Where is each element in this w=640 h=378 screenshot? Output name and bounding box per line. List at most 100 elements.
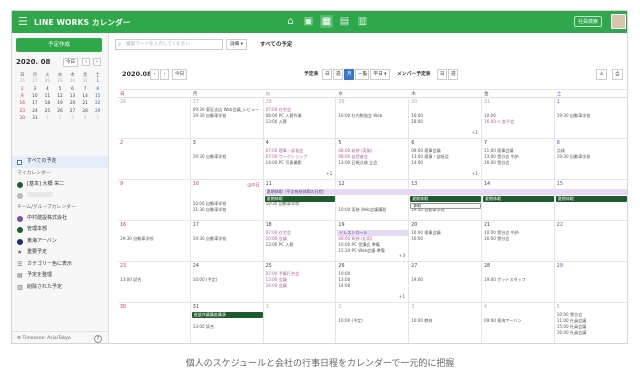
event-item[interactable]: 16:00 社内勉強会 Web	[338, 113, 382, 118]
view-list-button[interactable]: 一覧	[355, 69, 369, 80]
event-item[interactable]: 16:00 会議	[266, 283, 287, 288]
event-item[interactable]: 16:00	[411, 113, 423, 118]
day-cell[interactable]: 21 10:00 雪谷会 中JA 16:00 雪谷会	[482, 221, 555, 262]
day-cell[interactable]: 7 11:00 理事会議 13:00 雪谷会 中JA 16:00 雪谷会	[482, 139, 555, 180]
mini-day[interactable]: 2	[54, 115, 67, 122]
chat-icon[interactable]: ▣	[302, 15, 315, 28]
day-cell[interactable]: 5 08:00 研修 (実施) 08:00 自営者会 13:00 日報点検 立会	[336, 139, 410, 180]
mini-day[interactable]: 22	[91, 100, 104, 107]
event-item[interactable]: 10:00 理事会議	[411, 230, 440, 235]
sidebar-tool-item[interactable]: ☰ カテゴリー色に表示	[12, 259, 108, 271]
day-cell[interactable]: 30 16:00 18:00 +1	[409, 98, 482, 139]
more-events-link[interactable]: +1	[326, 172, 332, 177]
search-input[interactable]: ⌕ 検索ワードを入力してください	[115, 39, 223, 50]
mini-day[interactable]: 26	[16, 78, 29, 85]
event-item[interactable]: 10:00 (予定)	[193, 277, 217, 282]
event-item[interactable]: 10:00 雪谷会	[557, 312, 582, 317]
event-item[interactable]: 10:00 (予定)	[338, 318, 362, 323]
day-cell[interactable]: 2 10:00 (予定)	[336, 303, 410, 343]
mini-day[interactable]: 11	[41, 93, 54, 100]
event-item[interactable]: 07:00 ワークショップ	[266, 154, 308, 159]
mini-day[interactable]: 19	[54, 100, 67, 107]
event-item[interactable]: 点検	[557, 148, 565, 153]
mini-day[interactable]: 3	[66, 115, 79, 122]
event-item[interactable]: 19:30 自動車学校	[193, 113, 227, 118]
checkbox-icon[interactable]	[17, 159, 22, 165]
day-cell[interactable]: 23 13:00 試合	[118, 262, 191, 303]
mini-day[interactable]: 14	[79, 93, 92, 100]
mini-day[interactable]: 15	[91, 93, 104, 100]
mini-day[interactable]: 3	[29, 86, 42, 93]
multi-day-event[interactable]: 夏期休暇	[555, 196, 627, 202]
mini-day[interactable]: 29	[54, 78, 67, 85]
day-cell[interactable]: 22	[554, 221, 627, 262]
multi-day-event[interactable]: 休暇	[410, 203, 481, 209]
mini-day[interactable]: 10	[29, 93, 42, 100]
more-events-link[interactable]: +1	[472, 131, 478, 136]
mini-day[interactable]: 30	[66, 78, 79, 85]
sidebar-tool-item[interactable]: ▥ 削除された予定	[12, 282, 108, 294]
mini-day[interactable]: 7	[79, 86, 92, 93]
new-event-button[interactable]: 予定作成	[16, 38, 102, 52]
event-item[interactable]: 09:30 東区支店 Web会議_レビュー	[193, 107, 259, 112]
today-button[interactable]: 今日	[172, 69, 188, 80]
event-item[interactable]: 07:00 在宅会	[266, 230, 291, 235]
mini-day[interactable]: 4	[79, 115, 92, 122]
event-item[interactable]: 16:00 雪谷会	[484, 160, 509, 165]
member-day-button[interactable]: 日	[437, 69, 447, 80]
my-calendar-item[interactable]: [基本] 大橋 栄二	[12, 179, 108, 191]
day-cell[interactable]: 1 19:30 自動車学校	[554, 98, 627, 139]
multi-day-event[interactable]: 夏期休暇	[410, 196, 481, 202]
event-item[interactable]: 08:00 研修 (応用)	[338, 236, 372, 241]
day-cell[interactable]: 16 19:30 自動車学校	[118, 221, 191, 262]
event-item[interactable]: 15:30 PC Web会議 準備	[338, 248, 384, 253]
mini-day[interactable]: 31	[79, 78, 92, 85]
event-item[interactable]: 07:00 理事・部長会	[266, 148, 304, 153]
mini-day[interactable]: 8	[91, 86, 104, 93]
event-item[interactable]: 10:00 実装 Web会議講習	[338, 207, 386, 212]
day-cell[interactable]: 28 07:00 在宅会 08:00 PC 入替作業 13:00 入替	[263, 98, 337, 139]
event-item[interactable]: 19:30 自動車学校	[193, 236, 227, 241]
event-item[interactable]: 16:00 雪谷会	[484, 236, 509, 241]
detail-search-button[interactable]: 詳細 ▾	[226, 39, 247, 50]
next-button[interactable]: ›	[160, 69, 169, 80]
event-item[interactable]: 10:00 雪谷会 中JA	[484, 230, 519, 235]
day-cell[interactable]: 31 10:00 16:00 ⊙ 女子会	[482, 98, 555, 139]
day-cell[interactable]: 3 19:30 自動車学校	[190, 139, 264, 180]
event-item[interactable]: 10:00 教材	[411, 318, 432, 323]
mini-day[interactable]: 16	[16, 100, 29, 107]
view-weekday-button[interactable]: 平日 ▾	[370, 69, 390, 80]
day-cell[interactable]: 29 16:00 社内勉強会 Web	[336, 98, 410, 139]
org-search-button[interactable]: 社員検索	[574, 16, 603, 27]
multi-day-event[interactable]: ドレストロール	[337, 230, 409, 236]
mini-today-button[interactable]: 今日	[63, 58, 78, 67]
event-item[interactable]: 09:00 東海アーバン	[484, 318, 522, 323]
drive-icon[interactable]: ▤	[338, 15, 351, 28]
day-cell[interactable]: 27 19:00	[409, 262, 482, 303]
event-item[interactable]: 19:00	[411, 277, 423, 282]
more-events-link[interactable]: +1	[399, 295, 405, 300]
event-item[interactable]: 13:00 入替	[266, 119, 287, 124]
event-item[interactable]: 18:00	[411, 119, 423, 124]
member-week-button[interactable]: 週	[448, 69, 458, 80]
day-cell[interactable]: 26 10:00 13:00 14:00 +1	[336, 262, 410, 303]
day-cell[interactable]: 31 13:00 試合	[191, 303, 264, 343]
mini-day[interactable]: 30	[16, 115, 29, 122]
day-cell[interactable]: 17 19:30 自動車学校	[190, 221, 264, 262]
day-cell[interactable]: 18 07:00 在宅会 10:00 会議 13:00 PC 入替	[263, 221, 337, 262]
print-icon[interactable]: ⎙	[612, 69, 623, 80]
sidebar-tool-item[interactable]: ▤ 予定を整理	[12, 270, 108, 282]
mini-day[interactable]: 28	[41, 78, 54, 85]
multi-day-event[interactable]: 夏期休暇（平次有給休暇の日程）	[264, 189, 627, 195]
day-cell[interactable]: 29	[554, 262, 627, 303]
day-cell[interactable]: 27 09:30 東区支店 Web会議_レビュー 19:30 自動車学校	[190, 98, 264, 139]
day-cell[interactable]: 1	[264, 303, 337, 343]
event-item[interactable]: 16:00 社員会議	[557, 330, 586, 335]
mini-day[interactable]: 9	[16, 93, 29, 100]
event-item[interactable]: 16:00	[411, 236, 423, 241]
day-cell[interactable]: 10 山の日 10:00 自動車学校 11:30 自動車学校	[190, 180, 264, 221]
multi-day-event[interactable]: 夏期休暇	[483, 196, 554, 202]
mini-day[interactable]: 31	[29, 115, 42, 122]
event-item[interactable]: 13:00 PC 入替	[266, 242, 294, 247]
day-cell[interactable]: 5 10:00 雪谷会 11:00 社員会議 15:00 社員会議 16:00 社員会議	[555, 303, 627, 343]
